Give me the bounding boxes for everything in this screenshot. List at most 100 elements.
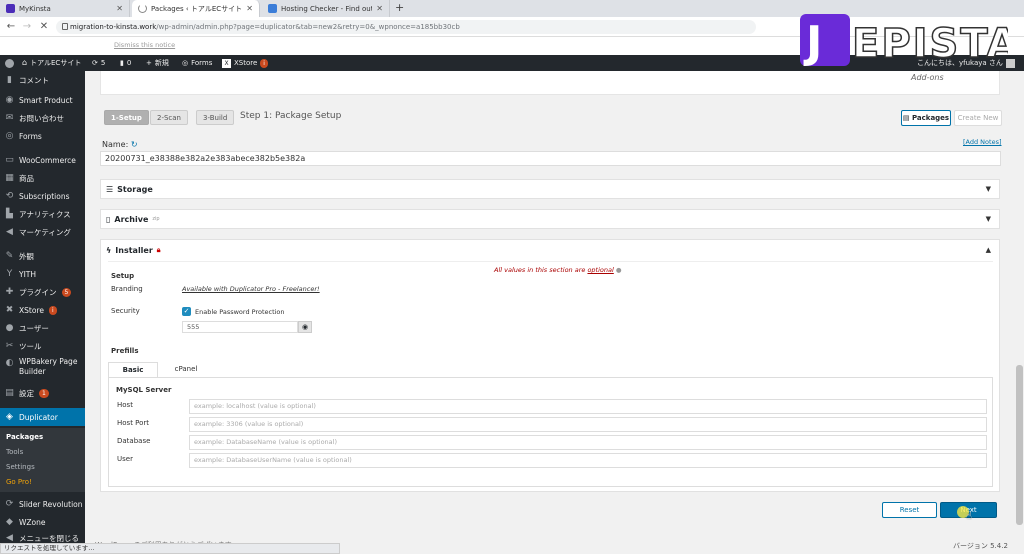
sidebar-item-contact[interactable]: ✉ お問い合わせ: [0, 111, 85, 125]
jepista-logo: J EPISTA: [800, 10, 1018, 68]
plugins-icon: ✚: [5, 286, 14, 297]
tab-cpanel[interactable]: cPanel: [160, 362, 212, 378]
eye-icon: ◉: [5, 94, 14, 105]
new-tab-button[interactable]: +: [395, 1, 404, 14]
database-icon: ☰: [106, 184, 114, 194]
url-input[interactable]: migration-to-kinsta.work/wp-admin/admin.…: [56, 20, 756, 34]
host-label: Host: [117, 401, 133, 409]
submenu-tools[interactable]: Tools: [6, 448, 23, 456]
password-input[interactable]: 555: [182, 321, 298, 333]
woocommerce-icon: ▭: [5, 154, 14, 165]
installer-panel-header[interactable]: ϟ Installer 🔒︎ ▲: [101, 240, 999, 260]
sidebar-item-comments[interactable]: ▮ コメント: [0, 73, 85, 87]
wzone-icon: ◆: [6, 516, 13, 527]
sidebar-item-marketing[interactable]: ◀ マーケティング: [0, 225, 85, 239]
hosting-checker-icon: [268, 4, 277, 13]
comment-bubble-icon: ▮: [120, 59, 124, 67]
refresh-icon[interactable]: ↻: [131, 140, 138, 149]
admin-bar-forms[interactable]: ◎ Forms: [182, 55, 212, 71]
sidebar-item-appearance[interactable]: ✎ 外観: [0, 249, 85, 263]
tools-icon: ✂: [5, 340, 14, 351]
forward-arrow-icon[interactable]: →: [20, 20, 34, 34]
settings-icon: ▤: [5, 387, 14, 398]
mail-icon: ✉: [5, 112, 14, 123]
sidebar-item-woocommerce[interactable]: ▭ WooCommerce: [0, 153, 85, 167]
browser-tab-mykinsta[interactable]: MyKinsta ✕: [0, 0, 130, 17]
subscriptions-icon: ⟲: [5, 190, 14, 201]
sidebar-item-wzone[interactable]: ◆ WZone: [0, 515, 85, 529]
marketing-icon: ◀: [6, 226, 13, 237]
admin-bar-updates[interactable]: ⟳ 5: [92, 55, 105, 71]
branding-pro-link[interactable]: Available with Duplicator Pro - Freelanc…: [182, 285, 320, 293]
eye-slash-icon[interactable]: ◉: [298, 321, 312, 333]
host-input[interactable]: example: localhost (value is optional): [189, 399, 987, 414]
lock-icon[interactable]: [62, 23, 68, 30]
step-heading: Step 1: Package Setup: [240, 111, 342, 121]
sidebar-item-duplicator[interactable]: ◈ Duplicator: [0, 408, 85, 426]
browser-tab-hosting-checker[interactable]: Hosting Checker - Find out who ✕: [262, 0, 390, 17]
back-arrow-icon[interactable]: ←: [4, 20, 18, 34]
admin-bar-xstore[interactable]: X XStore i: [222, 55, 268, 71]
packages-button[interactable]: ▤ Packages: [901, 110, 951, 126]
tab-basic[interactable]: Basic: [108, 362, 158, 378]
sidebar-item-wpbakery[interactable]: ◐ WPBakery Page Builder: [0, 357, 85, 383]
sidebar-item-users[interactable]: ● ユーザー: [0, 321, 85, 335]
database-input[interactable]: example: DatabaseName (value is optional…: [189, 435, 987, 450]
sidebar-item-products[interactable]: ▦ 商品: [0, 171, 85, 185]
xstore-badge: i: [48, 305, 57, 315]
admin-bar-new[interactable]: + 新規: [146, 55, 169, 71]
admin-bar-site-name[interactable]: ⌂ トアルECサイト: [22, 55, 81, 71]
host-port-input[interactable]: example: 3306 (value is optional): [189, 417, 987, 432]
sidebar-item-forms[interactable]: ◎ Forms: [0, 129, 85, 143]
sidebar-item-smart-product[interactable]: ◉ Smart Product: [0, 93, 85, 107]
sidebar-item-tools[interactable]: ✂ ツール: [0, 339, 85, 353]
reset-button[interactable]: Reset: [882, 502, 937, 518]
sidebar-item-slider-revolution[interactable]: ⟳ Slider Revolution: [0, 497, 85, 511]
home-icon: ⌂: [22, 58, 28, 67]
password-protection-checkbox[interactable]: ✓: [182, 307, 191, 316]
create-new-button[interactable]: Create New: [954, 110, 1002, 126]
sidebar-item-yith[interactable]: Y YITH: [0, 267, 85, 281]
submenu-go-pro[interactable]: Go Pro!: [6, 478, 32, 486]
plus-icon: +: [146, 59, 152, 67]
scrollbar-thumb[interactable]: [1016, 365, 1023, 525]
name-label: Name: ↻: [102, 140, 138, 149]
close-icon[interactable]: ✕: [116, 4, 123, 13]
admin-bar-comments[interactable]: ▮ 0: [120, 55, 131, 71]
wordpress-logo-icon[interactable]: [5, 55, 14, 71]
svg-text:J: J: [803, 17, 822, 68]
forms-icon: ◎: [182, 59, 189, 67]
svg-text:EPISTA: EPISTA: [852, 21, 1008, 67]
close-icon[interactable]: ✕: [376, 4, 383, 13]
divider: [108, 261, 993, 262]
dismiss-notice-link[interactable]: Dismiss this notice: [114, 41, 175, 49]
stop-loading-icon[interactable]: ✕: [37, 20, 51, 34]
update-icon: ⟳: [92, 59, 98, 67]
storage-panel-header[interactable]: ☰ Storage ▼: [100, 179, 1000, 199]
plugins-badge: 5: [61, 287, 72, 297]
forms-icon: ◎: [5, 130, 14, 141]
bolt-icon: ϟ: [106, 245, 112, 255]
add-notes-link[interactable]: [Add Notes]: [963, 138, 1002, 146]
sidebar-item-collapse[interactable]: ◀ メニューを閉じる: [0, 533, 85, 543]
step-2-scan[interactable]: 2-Scan: [150, 110, 188, 125]
step-1-setup[interactable]: 1-Setup: [104, 110, 149, 125]
submenu-settings[interactable]: Settings: [6, 463, 35, 471]
step-3-build[interactable]: 3-Build: [196, 110, 235, 125]
user-label: User: [117, 455, 133, 463]
user-input[interactable]: example: DatabaseUserName (value is opti…: [189, 453, 987, 468]
sidebar-item-xstore[interactable]: ✖ XStore i: [0, 303, 85, 317]
sidebar-item-settings[interactable]: ▤ 設定 1: [0, 386, 85, 400]
sidebar-item-plugins[interactable]: ✚ プラグイン 5: [0, 285, 85, 299]
mysql-server-title: MySQL Server: [116, 386, 172, 394]
submenu-packages[interactable]: Packages: [6, 433, 43, 441]
sidebar-item-analytics[interactable]: ▙ アナリティクス: [0, 207, 85, 221]
close-icon[interactable]: ✕: [246, 4, 253, 13]
kinsta-icon: [6, 4, 15, 13]
archive-panel-header[interactable]: ▯ Archive zip ▼: [100, 209, 1000, 229]
addons-notice: Add-ons: [100, 71, 1000, 95]
sidebar-item-subscriptions[interactable]: ⟲ Subscriptions: [0, 189, 85, 203]
prefills-label: Prefills: [111, 347, 139, 355]
package-name-input[interactable]: 20200731_e38388e382a2e383abece382b5e382a: [100, 151, 1001, 166]
browser-tab-packages[interactable]: Packages ‹ トアルECサイト — Word ✕: [132, 0, 260, 17]
